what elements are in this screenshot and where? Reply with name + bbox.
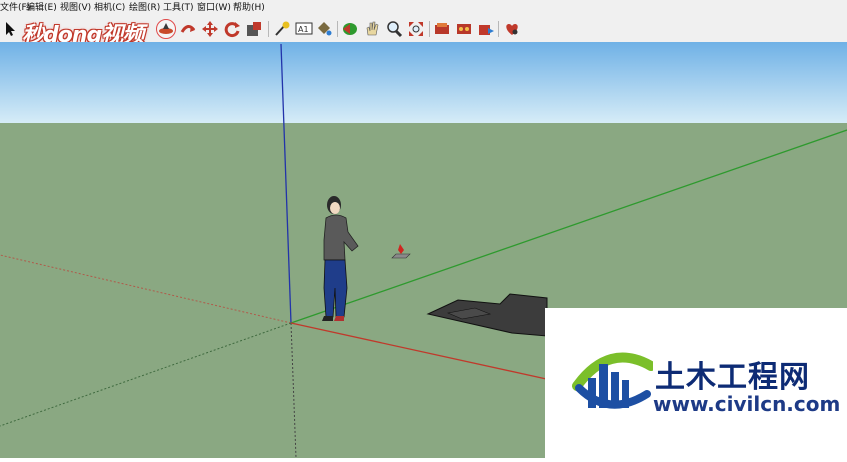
menu-view[interactable]: 视图(V) xyxy=(60,0,91,16)
logo-title: 土木工程网 xyxy=(655,360,810,395)
component-icon[interactable] xyxy=(432,19,452,39)
civil-logo-icon xyxy=(572,352,653,409)
menu-help[interactable]: 帮助(H) xyxy=(233,0,265,16)
menu-bar: 文件(F) 编辑(E) 视图(V) 相机(C) 绘图(R) 工具(T) 窗口(W… xyxy=(0,0,847,16)
previous-view-icon[interactable] xyxy=(340,19,360,39)
toolbar-separator xyxy=(268,21,269,37)
sky xyxy=(0,42,847,123)
menu-window[interactable]: 窗口(W) xyxy=(197,0,231,16)
extension-icon[interactable] xyxy=(502,19,522,39)
menu-camera[interactable]: 相机(C) xyxy=(94,0,125,16)
svg-text:A1: A1 xyxy=(298,25,309,34)
toolbar-separator xyxy=(337,21,338,37)
site-logo-panel: 土木工程网 www.civilcn.com xyxy=(545,308,847,458)
zoom-icon[interactable] xyxy=(384,19,404,39)
select-arrow-icon[interactable] xyxy=(0,19,20,39)
orbit-icon[interactable] xyxy=(156,19,176,39)
tape-measure-icon[interactable] xyxy=(272,19,292,39)
scale-icon[interactable] xyxy=(244,19,264,39)
logo-url: www.civilcn.com xyxy=(653,392,841,416)
menu-edit[interactable]: 编辑(E) xyxy=(26,0,57,16)
move-icon[interactable] xyxy=(200,19,220,39)
text-icon[interactable]: A1 xyxy=(294,19,314,39)
toolbar-separator xyxy=(429,21,430,37)
zoom-extents-icon[interactable] xyxy=(406,19,426,39)
paint-bucket-icon[interactable] xyxy=(314,19,334,39)
menu-tools[interactable]: 工具(T) xyxy=(163,0,194,16)
materials-icon[interactable] xyxy=(454,19,474,39)
warehouse-icon[interactable] xyxy=(476,19,496,39)
toolbar-separator xyxy=(498,21,499,37)
hand-icon[interactable] xyxy=(362,19,382,39)
pan-icon[interactable] xyxy=(178,19,198,39)
menu-draw[interactable]: 绘图(R) xyxy=(129,0,160,16)
rotate-icon[interactable] xyxy=(222,19,242,39)
